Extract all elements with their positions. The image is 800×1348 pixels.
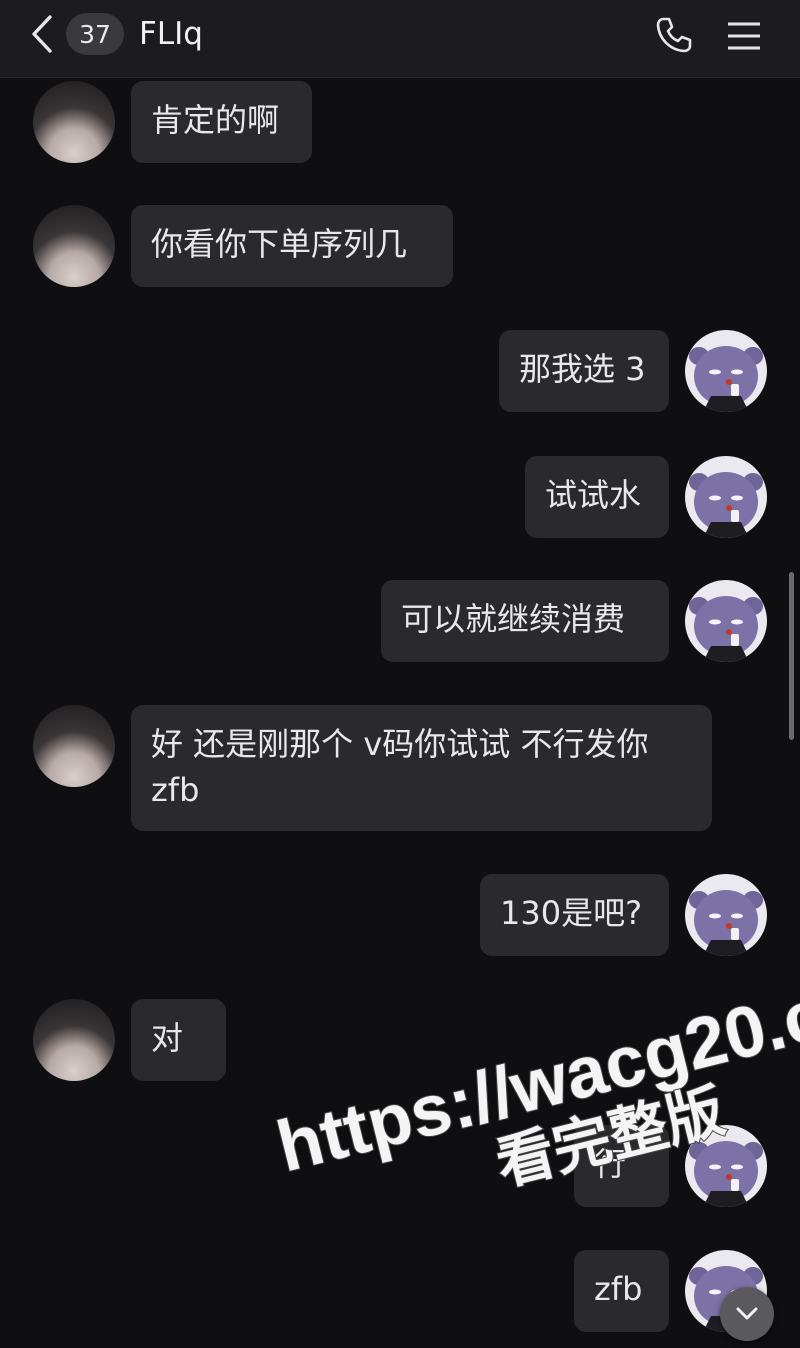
contact-avatar[interactable] [33,999,115,1081]
contact-avatar[interactable] [33,81,115,163]
chat-title: FLIq [139,16,203,52]
message-bubble[interactable]: zfb [574,1250,669,1332]
unread-count-badge[interactable]: 37 [66,13,124,55]
message-row: 可以就继续消费 [0,580,800,664]
message-row: 你看你下单序列几 [0,205,800,289]
menu-button[interactable] [722,14,766,58]
message-bubble[interactable]: 可以就继续消费 [381,580,669,662]
hamburger-menu-icon [728,22,760,50]
phone-icon [656,17,692,53]
chevron-left-icon [32,15,52,53]
call-button[interactable] [651,12,697,58]
self-avatar[interactable] [685,580,767,662]
self-avatar[interactable] [685,330,767,412]
self-avatar[interactable] [685,874,767,956]
chat-screen: 37 FLIq 肯定的啊 你看你下单序列几 那我选 3 试试水 可以就继续消费 … [0,0,800,1348]
contact-avatar[interactable] [33,705,115,787]
chevron-down-icon [736,1307,758,1320]
message-bubble[interactable]: 试试水 [525,456,669,538]
scrollbar-thumb[interactable] [789,572,794,740]
message-row: 好 还是刚那个 v码你试试 不行发你 zfb [0,705,800,833]
message-row: 那我选 3 [0,330,800,414]
message-row: 对 [0,999,800,1083]
bear-avatar-icon [685,580,767,662]
bear-avatar-icon [685,874,767,956]
message-row: 130是吧? [0,874,800,958]
message-bubble[interactable]: 行 [574,1125,669,1207]
message-bubble[interactable]: 好 还是刚那个 v码你试试 不行发你 zfb [131,705,712,831]
message-bubble[interactable]: 对 [131,999,226,1081]
chat-header: 37 FLIq [0,0,800,78]
message-row: zfb [0,1250,800,1334]
message-row: 肯定的啊 [0,81,800,165]
bear-avatar-icon [685,330,767,412]
message-bubble[interactable]: 肯定的啊 [131,81,312,163]
message-row: 试试水 [0,456,800,540]
back-button[interactable] [22,12,62,56]
message-row: 行 [0,1125,800,1209]
bear-avatar-icon [685,1125,767,1207]
self-avatar[interactable] [685,1125,767,1207]
scroll-to-bottom-button[interactable] [720,1287,774,1341]
self-avatar[interactable] [685,456,767,538]
message-bubble[interactable]: 那我选 3 [499,330,669,412]
message-bubble[interactable]: 你看你下单序列几 [131,205,453,287]
contact-avatar[interactable] [33,205,115,287]
message-bubble[interactable]: 130是吧? [480,874,669,956]
bear-avatar-icon [685,456,767,538]
